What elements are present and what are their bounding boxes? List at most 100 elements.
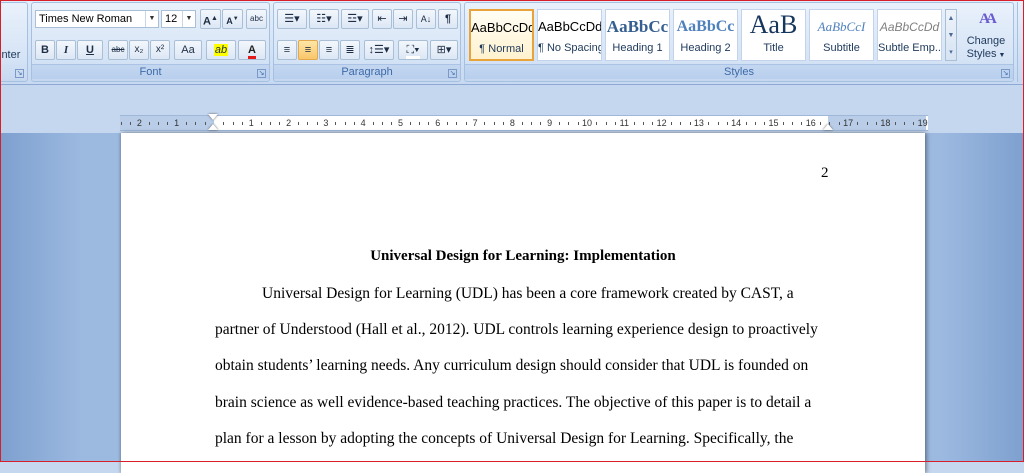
decrease-indent-icon: ⇤ [377, 13, 387, 25]
ruler-dot [764, 122, 766, 125]
show-marks-button[interactable]: ¶ [438, 9, 458, 29]
font-size-value: 12 [165, 13, 178, 25]
align-left-button[interactable]: ≡ [277, 40, 297, 60]
chevron-down-icon: ▼ [996, 52, 1006, 59]
strikethrough-button[interactable]: abc [108, 40, 128, 60]
ruler-dot [838, 122, 840, 125]
body-line[interactable]: partner of Understood (Hall et al., 2012… [215, 321, 818, 339]
ruler-dot [904, 122, 906, 125]
font-size-combo[interactable]: 12 ▼ [161, 10, 196, 28]
ruler-tick-label: 12 [656, 118, 667, 128]
style-name: ¶ Normal [479, 43, 524, 55]
hanging-indent-marker[interactable] [208, 124, 218, 130]
body-line[interactable]: Universal Design for Learning (UDL) has … [262, 285, 794, 303]
ruler-dot [605, 122, 607, 125]
chevron-down-icon[interactable]: ▼ [182, 11, 195, 27]
style-name: Title [763, 42, 784, 54]
ruler-tick-label: 14 [731, 118, 742, 128]
bold-button[interactable]: B [35, 40, 55, 60]
style-sample: AaBbCcI [817, 19, 866, 34]
style-normal[interactable]: AaBbCcDd ¶ Normal [469, 9, 534, 61]
shrink-font-button[interactable]: A▼ [222, 9, 243, 29]
ruler-tick-label: 18 [880, 118, 891, 128]
font-name-value: Times New Roman [39, 13, 133, 25]
increase-indent-button[interactable]: ⇥ [393, 9, 413, 29]
ruler-dot [297, 122, 299, 125]
align-center-button[interactable]: ≡ [298, 40, 318, 60]
paint-bucket-icon: ⛶▾ [406, 44, 420, 59]
decrease-indent-button[interactable]: ⇤ [372, 9, 392, 29]
justify-button[interactable]: ≣ [340, 40, 360, 60]
bullets-button[interactable]: ☰▾ [277, 9, 307, 29]
font-name-combo[interactable]: Times New Roman ▼ [35, 10, 159, 28]
italic-button[interactable]: I [56, 40, 76, 60]
style-title[interactable]: AaB Title [741, 9, 806, 61]
ruler-dot [195, 122, 197, 125]
scroll-down-icon[interactable]: ▼ [946, 27, 956, 44]
ruler-dot [223, 122, 225, 125]
highlight-color-button[interactable]: ab [206, 40, 236, 60]
borders-button[interactable]: ⊞▾ [430, 40, 458, 60]
style-heading-2[interactable]: AaBbCc Heading 2 [673, 9, 738, 61]
ruler-dot [829, 122, 831, 125]
clipboard-dialog-launcher[interactable]: ↘ [15, 69, 24, 78]
ruler-dot [279, 122, 281, 125]
style-name: Heading 2 [680, 42, 731, 54]
grow-font-button[interactable]: A▲ [200, 9, 221, 29]
paragraph-dialog-launcher[interactable]: ↘ [448, 69, 457, 78]
underline-button[interactable]: U [77, 40, 103, 60]
horizontal-ruler[interactable]: 2 1 1 2 3 4 5 6 7 8 9 10 11 12 13 14 15 16 17 18 19 [120, 114, 928, 131]
sort-button[interactable]: A↓ [416, 9, 436, 29]
style-subtle-emphasis[interactable]: AaBbCcDd Subtle Emp... [877, 9, 942, 61]
ruler-tick-label: 13 [693, 118, 704, 128]
ruler-dot [120, 122, 122, 125]
font-dialog-launcher[interactable]: ↘ [257, 69, 266, 78]
ruler-dot [568, 122, 570, 125]
multilevel-list-button[interactable]: ☲▾ [341, 9, 369, 29]
ruler-tick-label: 10 [581, 118, 593, 128]
style-name: Subtle Emp... [878, 42, 941, 54]
chevron-down-icon[interactable]: ▼ [145, 11, 158, 27]
paragraph-group: ☰▾ ☷▾ ☲▾ ⇤ ⇥ A↓ ¶ ≡ ≡ ≡ ≣ ↕☰▾ ⛶▾ ⊞▾ Para… [273, 2, 461, 82]
align-right-button[interactable]: ≡ [319, 40, 339, 60]
styles-dialog-launcher[interactable]: ↘ [1001, 69, 1010, 78]
ruler-dot [503, 122, 505, 125]
superscript-button[interactable]: x² [150, 40, 170, 60]
body-line[interactable]: obtain students’ learning needs. Any cur… [215, 357, 808, 375]
ruler-tick-label: 4 [360, 118, 366, 128]
line-spacing-button[interactable]: ↕☰▾ [364, 40, 394, 60]
ruler-dot [670, 122, 672, 125]
ruler-tick-label: 5 [397, 118, 404, 128]
right-indent-marker[interactable] [823, 124, 833, 130]
more-styles-icon[interactable]: ▾ [946, 44, 956, 61]
ruler-dot [866, 122, 868, 125]
style-subtitle[interactable]: AaBbCcI Subtitle [809, 9, 874, 61]
page-number: 2 [821, 165, 829, 181]
ruler-dot [307, 122, 309, 125]
style-name: Subtitle [823, 42, 860, 54]
numbering-button[interactable]: ☷▾ [309, 9, 339, 29]
ruler-tick-label: 2 [136, 118, 142, 128]
body-line[interactable]: plan for a lesson by adopting the concep… [215, 430, 793, 448]
ruler-dot [521, 122, 523, 125]
styles-group: AaBbCcDd ¶ Normal AaBbCcDd ¶ No Spacing … [464, 2, 1014, 82]
format-painter-button[interactable]: inter [0, 49, 20, 61]
line-spacing-icon: ↕☰▾ [368, 44, 390, 56]
change-styles-icon: AA [979, 11, 997, 27]
style-no-spacing[interactable]: AaBbCcDd ¶ No Spacing [537, 9, 602, 61]
first-line-indent-marker[interactable] [208, 114, 218, 120]
change-case-button[interactable]: Aa [174, 40, 202, 60]
shading-button[interactable]: ⛶▾ [398, 40, 428, 60]
ruler-dot [158, 122, 160, 125]
change-styles-button[interactable]: AA Change Styles ▼ [961, 7, 1011, 67]
subscript-button[interactable]: x₂ [129, 40, 149, 60]
ruler-dot [130, 122, 132, 125]
document-page[interactable]: 2 Universal Design for Learning: Impleme… [121, 133, 925, 473]
style-heading-1[interactable]: AaBbCc Heading 1 [605, 9, 670, 61]
ruler-dot [559, 122, 561, 125]
font-color-button[interactable]: A [238, 40, 266, 60]
scroll-up-icon[interactable]: ▲ [946, 10, 956, 27]
clear-formatting-button[interactable]: abc [246, 9, 267, 29]
body-line[interactable]: brain science as well evidence-based tea… [215, 394, 811, 412]
document-title[interactable]: Universal Design for Learning: Implement… [121, 248, 925, 265]
